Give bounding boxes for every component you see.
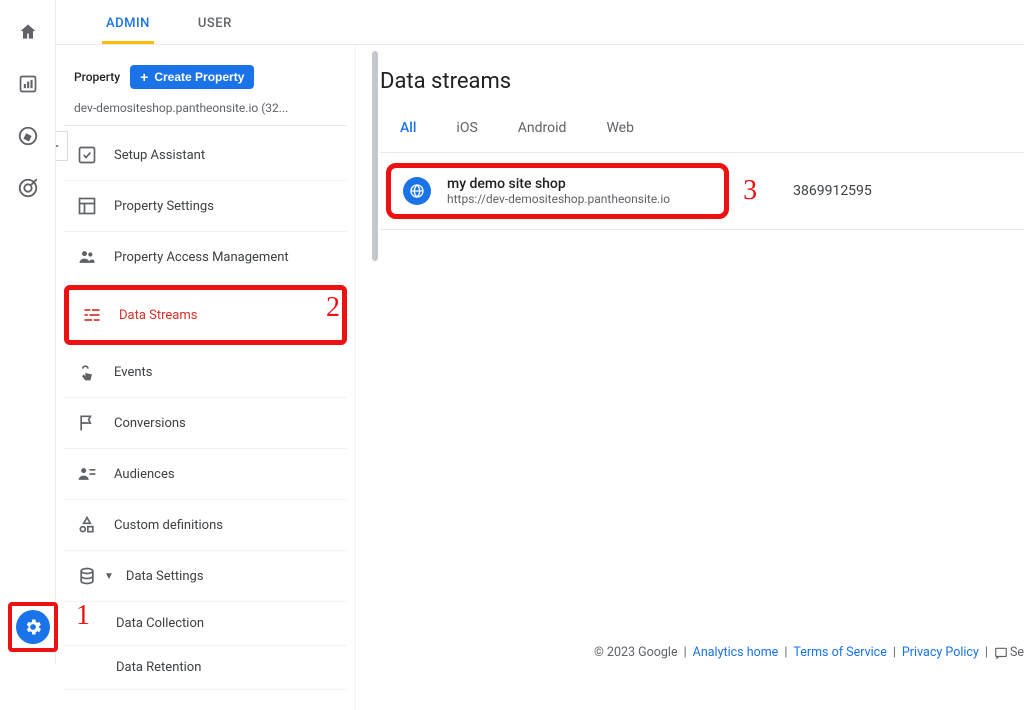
annotation-highlight-1	[8, 602, 58, 652]
explore-icon[interactable]	[16, 124, 40, 148]
create-property-label: Create Property	[154, 70, 244, 84]
footer-privacy[interactable]: Privacy Policy	[902, 645, 979, 660]
filter-web[interactable]: Web	[606, 116, 634, 140]
database-icon	[76, 565, 98, 587]
audiences-icon	[76, 463, 98, 485]
stream-row[interactable]: my demo site shop https://dev-demositesh…	[380, 153, 1024, 230]
chevron-down-icon: ▼	[104, 571, 114, 582]
nav-label: Events	[114, 365, 152, 380]
nav-custom-definitions[interactable]: Custom definitions	[64, 500, 347, 551]
nav-list: Setup Assistant Property Settings Proper…	[64, 130, 347, 690]
globe-icon	[403, 177, 431, 205]
nav-events[interactable]: Events	[64, 347, 347, 398]
nav-data-streams[interactable]: Data Streams	[64, 285, 347, 345]
main-panel: Data streams All iOS Android Web my demo…	[356, 45, 1024, 710]
footer-analytics-home[interactable]: Analytics home	[693, 645, 779, 660]
property-name[interactable]: dev-demositeshop.pantheonsite.io (32...	[64, 97, 347, 126]
top-tabs: ADMIN USER	[56, 0, 1024, 45]
admin-gear-button[interactable]	[16, 610, 50, 644]
nav-property-access[interactable]: Property Access Management	[64, 232, 347, 283]
check-icon	[76, 144, 98, 166]
body: Property + Create Property dev-demosites…	[56, 45, 1024, 710]
stream-info: my demo site shop https://dev-demositesh…	[447, 176, 670, 206]
footer-copyright: © 2023 Google	[594, 645, 678, 660]
nav-setup-assistant[interactable]: Setup Assistant	[64, 130, 347, 181]
admin-gear-container	[8, 602, 58, 652]
nav-conversions[interactable]: Conversions	[64, 398, 347, 449]
tab-admin[interactable]: ADMIN	[102, 8, 154, 44]
reports-icon[interactable]	[16, 72, 40, 96]
advertising-icon[interactable]	[16, 176, 40, 200]
stream-url: https://dev-demositeshop.pantheonsite.io	[447, 192, 670, 206]
stream-name: my demo site shop	[447, 176, 670, 192]
flag-icon	[76, 412, 98, 434]
nav-label: Data Settings	[126, 569, 204, 584]
nav-label: Data Collection	[116, 616, 204, 631]
nav-label: Property Settings	[114, 199, 214, 214]
nav-label: Audiences	[114, 467, 175, 482]
layout-icon	[76, 195, 98, 217]
nav-data-settings[interactable]: ▼ Data Settings	[64, 551, 347, 602]
nav-label: Property Access Management	[114, 250, 289, 265]
nav-label: Data Streams	[119, 308, 197, 323]
feedback-icon[interactable]: Se	[994, 645, 1024, 660]
nav-label: Custom definitions	[114, 518, 223, 533]
footer: © 2023 Google | Analytics home | Terms o…	[594, 645, 1024, 660]
nav-label: Data Retention	[116, 660, 201, 675]
filter-android[interactable]: Android	[518, 116, 567, 140]
content-area: ADMIN USER Property + Create Property de…	[56, 0, 1024, 664]
plus-icon: +	[140, 69, 148, 85]
filter-ios[interactable]: iOS	[456, 116, 477, 140]
filter-all[interactable]: All	[400, 116, 416, 140]
create-property-button[interactable]: + Create Property	[130, 65, 254, 89]
gear-icon	[23, 617, 43, 637]
tab-user[interactable]: USER	[194, 8, 236, 44]
stream-id: 3869912595	[793, 183, 872, 199]
page-title: Data streams	[380, 69, 1024, 94]
streams-icon	[81, 304, 103, 326]
stream-filter-tabs: All iOS Android Web	[380, 116, 1024, 153]
home-icon[interactable]	[16, 20, 40, 44]
nav-property-settings[interactable]: Property Settings	[64, 181, 347, 232]
shapes-icon	[76, 514, 98, 536]
admin-nav: Property + Create Property dev-demosites…	[56, 45, 356, 710]
tap-icon	[76, 361, 98, 383]
left-rail	[0, 0, 56, 664]
nav-data-collection[interactable]: Data Collection	[64, 602, 347, 646]
nav-data-retention[interactable]: Data Retention	[64, 646, 347, 690]
footer-terms[interactable]: Terms of Service	[793, 645, 886, 660]
back-button[interactable]	[56, 131, 68, 161]
property-header: Property + Create Property	[64, 65, 347, 97]
annotation-highlight-3: my demo site shop https://dev-demositesh…	[386, 163, 729, 219]
nav-label: Conversions	[114, 416, 186, 431]
annotation-3: 3	[743, 175, 757, 207]
arrow-left-icon	[56, 137, 62, 155]
people-icon	[76, 246, 98, 268]
property-label: Property	[74, 70, 120, 84]
nav-label: Setup Assistant	[114, 148, 205, 163]
nav-audiences[interactable]: Audiences	[64, 449, 347, 500]
